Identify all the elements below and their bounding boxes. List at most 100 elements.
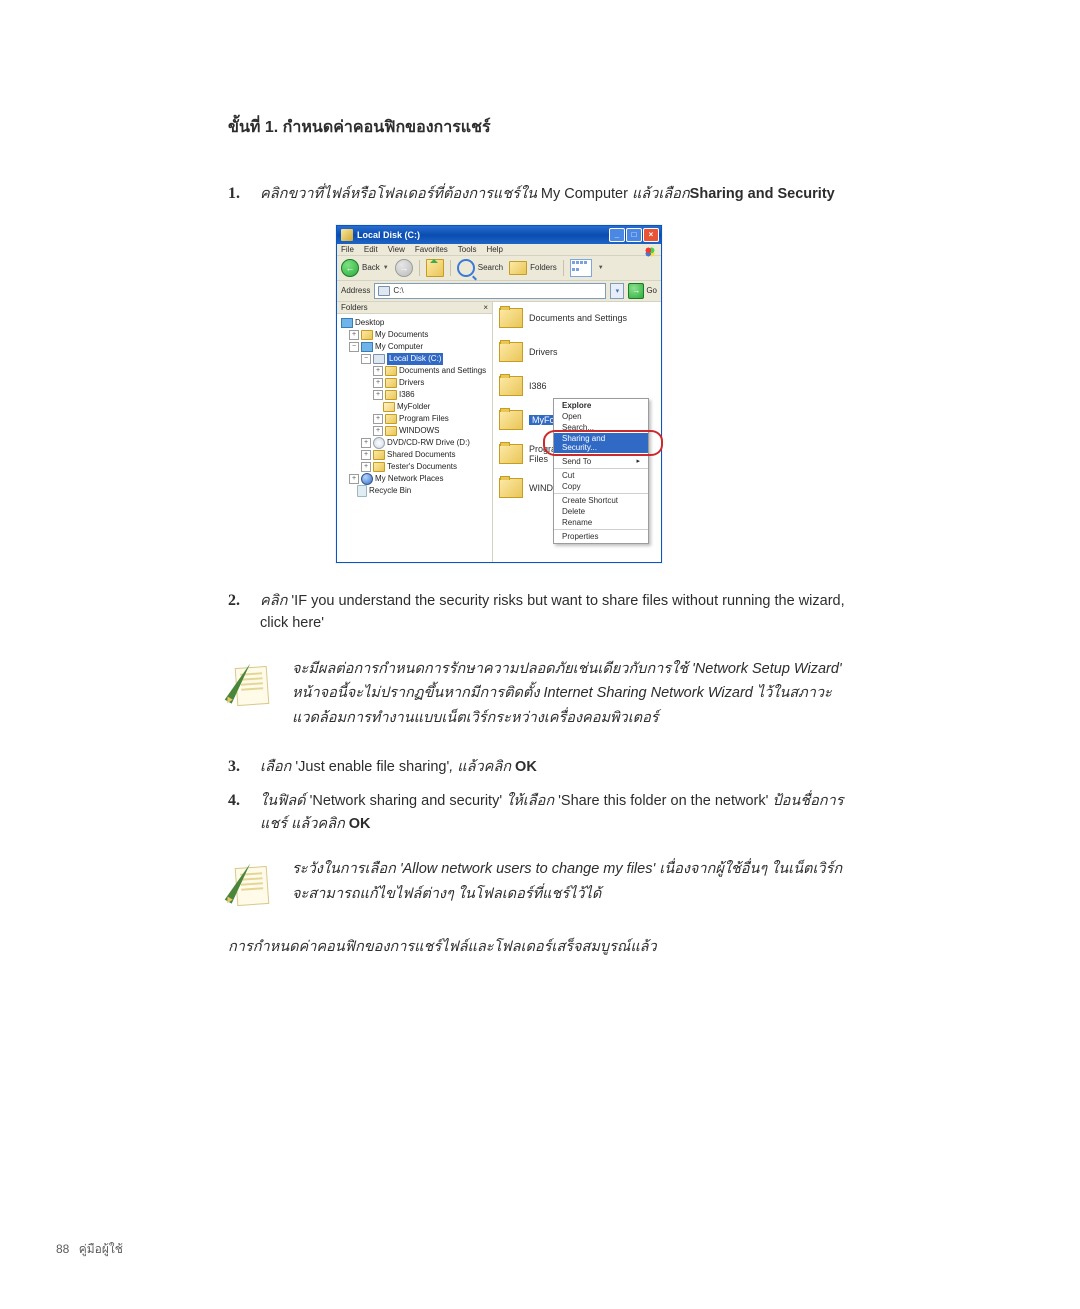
ctx-search[interactable]: Search... xyxy=(554,422,648,433)
expand-icon[interactable]: + xyxy=(373,414,383,424)
explorer-screenshot: Local Disk (C:) _ □ × File Edit View Fav… xyxy=(336,225,662,563)
collapse-icon[interactable]: − xyxy=(361,354,371,364)
folder-icon xyxy=(385,414,397,424)
ctx-sendto[interactable]: Send To xyxy=(554,456,648,467)
address-dropdown[interactable]: ▾ xyxy=(610,283,624,299)
close-button[interactable]: × xyxy=(643,228,659,242)
maximize-button[interactable]: □ xyxy=(626,228,642,242)
expand-icon[interactable]: + xyxy=(373,426,383,436)
folder-icon xyxy=(373,450,385,460)
expand-icon[interactable]: + xyxy=(373,390,383,400)
tree-desktop[interactable]: Desktop xyxy=(341,317,490,329)
literal-sharing-security: Sharing and Security xyxy=(690,186,835,202)
list-item[interactable]: Drivers xyxy=(499,342,655,362)
step-number: 1. xyxy=(228,182,260,207)
lbl: My Documents xyxy=(375,329,428,341)
ctx-rename[interactable]: Rename xyxy=(554,517,648,528)
menu-file[interactable]: File xyxy=(341,245,354,254)
tree-netplaces[interactable]: + My Network Places xyxy=(341,473,490,485)
tree-dvd[interactable]: +DVD/CD-RW Drive (D:) xyxy=(341,437,490,449)
back-button[interactable]: ← Back ▼ xyxy=(341,259,389,277)
tree-close-icon[interactable]: × xyxy=(483,303,488,312)
lbl: My Network Places xyxy=(375,473,443,485)
quoted-text: 'Network sharing and security' xyxy=(310,793,503,809)
expand-icon[interactable]: + xyxy=(349,330,359,340)
menu-favorites[interactable]: Favorites xyxy=(415,245,448,254)
collapse-icon[interactable]: − xyxy=(349,342,359,352)
tree-header: Folders × xyxy=(337,302,492,314)
folder-icon xyxy=(373,462,385,472)
expand-icon[interactable]: + xyxy=(361,462,371,472)
tree-myfolder[interactable]: MyFolder xyxy=(341,401,490,413)
page: ขั้นที่ 1. กำหนดค่าคอนฟิกของการแชร์ 1. ค… xyxy=(0,0,1080,1309)
menu-view[interactable]: View xyxy=(388,245,405,254)
tree-body: Desktop +My Documents −My Computer −Loca… xyxy=(337,314,492,500)
desktop-icon xyxy=(341,318,353,328)
tree-docset[interactable]: +Documents and Settings xyxy=(341,365,490,377)
info-note-2: ระวังในการเลือก 'Allow network users to … xyxy=(228,857,848,907)
content-column: ขั้นที่ 1. กำหนดค่าคอนฟิกของการแชร์ 1. ค… xyxy=(228,115,848,958)
step-number: 4. xyxy=(228,789,260,835)
tree-windows[interactable]: +WINDOWS xyxy=(341,425,490,437)
lbl: Tester's Documents xyxy=(387,461,457,473)
separator xyxy=(563,260,564,276)
ctx-delete[interactable]: Delete xyxy=(554,506,648,517)
ctx-open[interactable]: Open xyxy=(554,411,648,422)
note-icon xyxy=(228,661,274,707)
ctx-copy[interactable]: Copy xyxy=(554,481,648,492)
ctx-sharing-security[interactable]: Sharing and Security... xyxy=(554,433,648,453)
step-3: 3. เลือก 'Just enable file sharing', แล้… xyxy=(228,755,848,780)
menu-edit[interactable]: Edit xyxy=(364,245,378,254)
tree-i386[interactable]: +I386 xyxy=(341,389,490,401)
expand-icon[interactable]: + xyxy=(373,378,383,388)
tree-mydocs[interactable]: + My Documents xyxy=(341,329,490,341)
menu-help[interactable]: Help xyxy=(486,245,502,254)
drive-icon xyxy=(373,354,385,364)
computer-icon xyxy=(361,342,373,352)
lbl: Program Files xyxy=(399,413,449,425)
menu-bar: File Edit View Favorites Tools Help xyxy=(337,244,661,256)
list-item[interactable]: I386 xyxy=(499,376,655,396)
chevron-down-icon: ▼ xyxy=(598,265,604,271)
folder-icon xyxy=(499,342,523,362)
views-button[interactable] xyxy=(570,259,592,277)
folders-button[interactable]: Folders xyxy=(509,261,557,275)
expand-icon[interactable]: + xyxy=(361,450,371,460)
address-field[interactable]: C:\ xyxy=(374,283,606,299)
txt: ในฟิลด์ xyxy=(260,793,310,809)
tree-mycomputer[interactable]: − My Computer xyxy=(341,341,490,353)
tree-drivers[interactable]: +Drivers xyxy=(341,377,490,389)
search-button[interactable]: Search xyxy=(457,259,503,277)
toolbar: ← Back ▼ → Search Folders ▼ xyxy=(337,256,661,281)
lbl: My Computer xyxy=(375,341,423,353)
tree-localdisk[interactable]: −Local Disk (C:) xyxy=(341,353,490,365)
tree-title: Folders xyxy=(341,303,368,312)
separator xyxy=(554,529,648,530)
tree-tester[interactable]: + Tester's Documents xyxy=(341,461,490,473)
tree-progfiles[interactable]: + Program Files xyxy=(341,413,490,425)
up-button[interactable] xyxy=(426,259,444,277)
back-icon: ← xyxy=(341,259,359,277)
lbl: Documents and Settings xyxy=(529,313,627,323)
forward-button[interactable]: → xyxy=(395,259,413,277)
minimize-button[interactable]: _ xyxy=(609,228,625,242)
chevron-down-icon: ▼ xyxy=(383,265,389,271)
folder-icon xyxy=(361,330,373,340)
list-item[interactable]: Documents and Settings xyxy=(499,308,655,328)
ctx-explore[interactable]: Explore xyxy=(554,400,648,411)
step-text: คลิกขวาที่ไฟล์หรือโฟลเดอร์ที่ต้องการแชร์… xyxy=(260,182,848,207)
section-heading: ขั้นที่ 1. กำหนดค่าคอนฟิกของการแชร์ xyxy=(228,115,848,140)
ctx-cut[interactable]: Cut xyxy=(554,470,648,481)
tree-recycle[interactable]: Recycle Bin xyxy=(341,485,490,497)
expand-icon[interactable]: + xyxy=(373,366,383,376)
back-label: Back xyxy=(362,263,380,272)
go-button[interactable]: → Go xyxy=(628,283,657,299)
txt: , แล้วคลิก xyxy=(449,759,515,775)
ctx-properties[interactable]: Properties xyxy=(554,531,648,542)
expand-icon[interactable]: + xyxy=(349,474,359,484)
step-number: 3. xyxy=(228,755,260,780)
expand-icon[interactable]: + xyxy=(361,438,371,448)
menu-tools[interactable]: Tools xyxy=(458,245,477,254)
tree-shared[interactable]: +Shared Documents xyxy=(341,449,490,461)
ctx-shortcut[interactable]: Create Shortcut xyxy=(554,495,648,506)
